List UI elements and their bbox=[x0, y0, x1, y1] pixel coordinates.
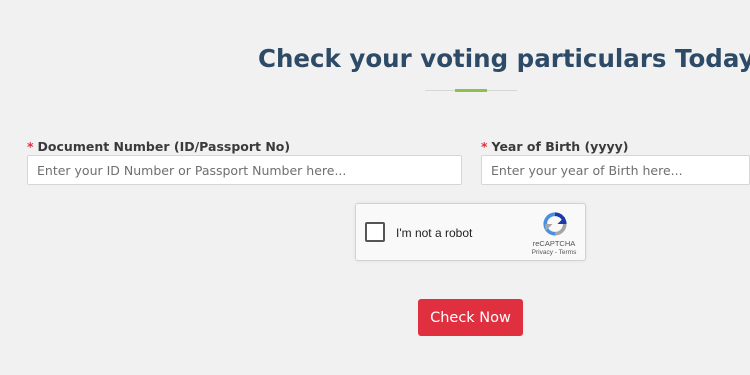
required-mark: * bbox=[481, 139, 488, 154]
year-of-birth-input[interactable] bbox=[481, 155, 750, 185]
recaptcha-links: Privacy - Terms bbox=[524, 249, 584, 256]
recaptcha-label: I'm not a robot bbox=[396, 226, 473, 240]
recaptcha-widget: I'm not a robot reCAPTCHA Privacy - Term… bbox=[355, 203, 586, 261]
year-of-birth-label: * Year of Birth (yyyy) bbox=[481, 139, 628, 154]
recaptcha-checkbox[interactable] bbox=[365, 222, 385, 242]
document-number-label-text: Document Number (ID/Passport No) bbox=[37, 139, 291, 154]
title-divider bbox=[425, 89, 517, 92]
required-mark: * bbox=[27, 139, 34, 154]
recaptcha-logo-icon bbox=[543, 212, 567, 236]
voter-check-page: Check your voting particulars Today! * Do… bbox=[0, 0, 750, 375]
page-title: Check your voting particulars Today! bbox=[258, 44, 750, 73]
year-of-birth-label-text: Year of Birth (yyyy) bbox=[491, 139, 629, 154]
document-number-input[interactable] bbox=[27, 155, 462, 185]
check-now-button[interactable]: Check Now bbox=[418, 299, 523, 336]
document-number-label: * Document Number (ID/Passport No) bbox=[27, 139, 290, 154]
title-divider-accent bbox=[455, 89, 487, 92]
recaptcha-privacy-link[interactable]: Privacy bbox=[532, 249, 553, 256]
recaptcha-terms-link[interactable]: Terms bbox=[559, 249, 577, 256]
recaptcha-brand: reCAPTCHA bbox=[532, 239, 576, 248]
